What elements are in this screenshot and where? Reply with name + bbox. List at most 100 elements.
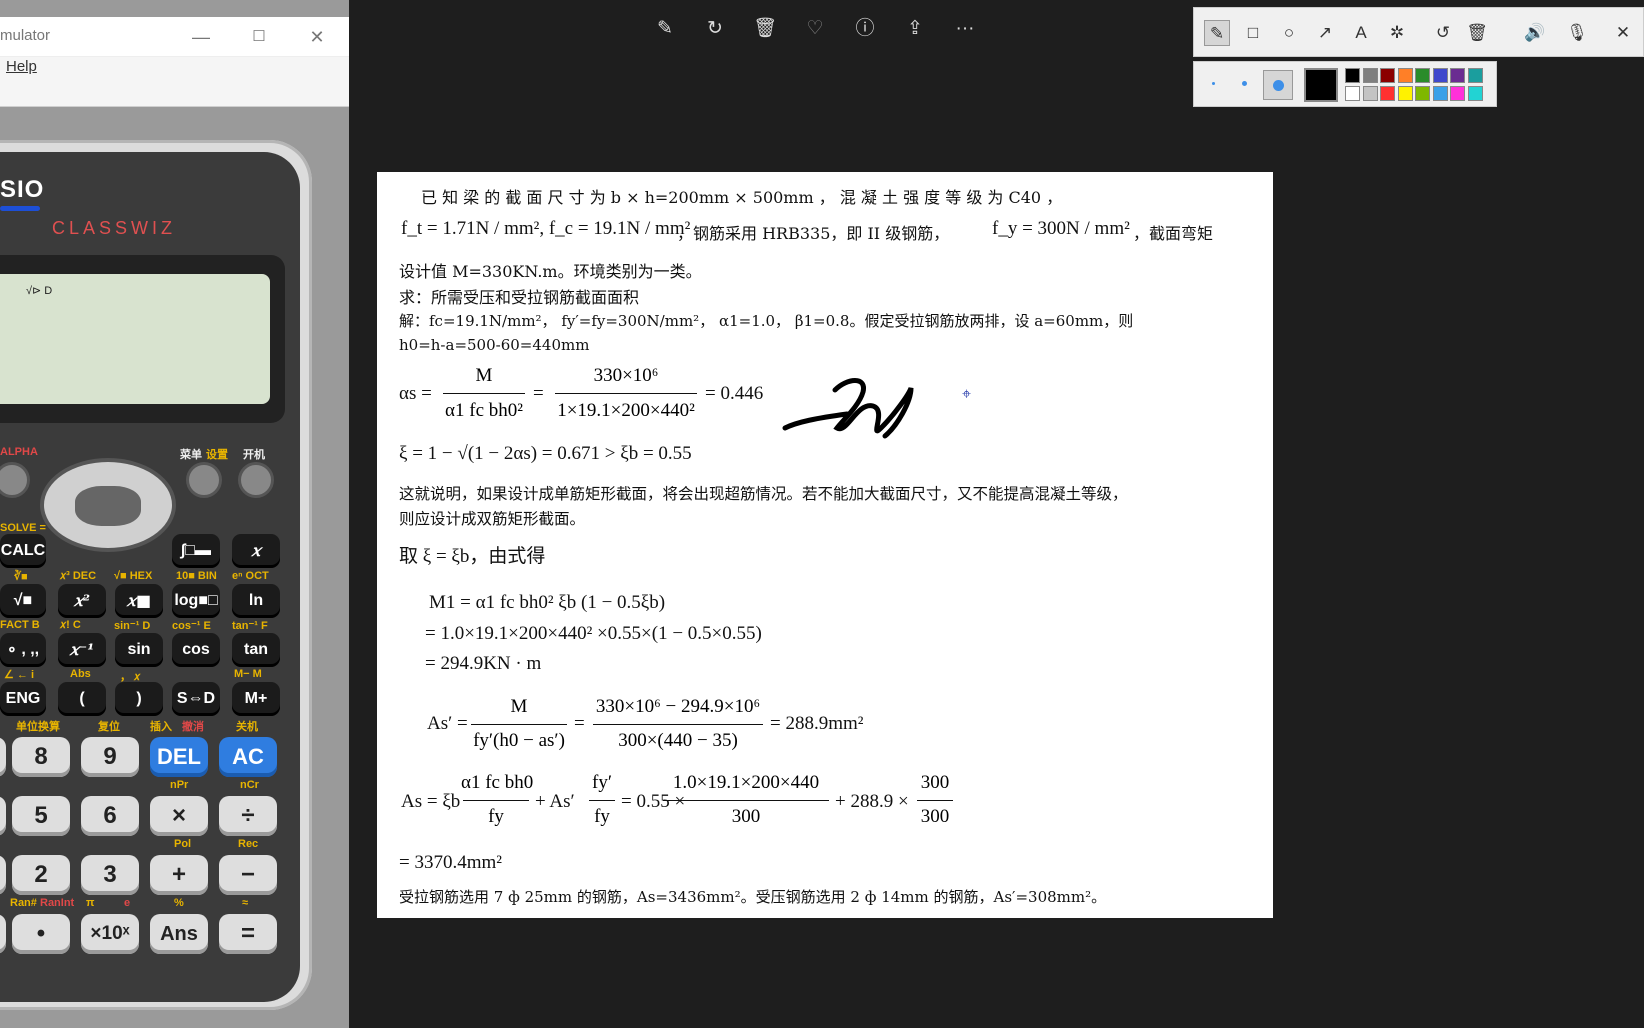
color-swatch[interactable]: [1397, 86, 1413, 101]
fraction-bar: [589, 800, 615, 801]
color-swatch[interactable]: [1345, 86, 1360, 101]
plus-key[interactable]: +: [150, 855, 208, 895]
xi-equation: ξ = 1 − √(1 − 2αs) = 0.671 > ξb = 0.55: [399, 443, 692, 464]
one-key[interactable]: [0, 855, 6, 895]
emulator-menubar: Help: [0, 57, 349, 107]
menu-help[interactable]: Help: [6, 58, 37, 75]
color-swatch[interactable]: [1415, 68, 1430, 83]
size-small-dot[interactable]: [1212, 82, 1215, 85]
color-swatch[interactable]: [1380, 68, 1395, 83]
five-key[interactable]: 5: [12, 796, 70, 836]
edit-image-icon[interactable]: ✎: [650, 14, 680, 44]
key-label: 复位: [98, 721, 120, 733]
info-icon[interactable]: ⓘ: [850, 14, 880, 44]
size-large-button[interactable]: [1263, 70, 1293, 100]
color-swatch[interactable]: [1432, 86, 1448, 101]
minimize-icon[interactable]: —: [186, 23, 216, 51]
minus-key[interactable]: −: [219, 855, 277, 895]
m-plus-key[interactable]: M+: [232, 682, 280, 716]
cos-key[interactable]: cos: [172, 633, 220, 667]
close-toolbar-icon[interactable]: ✕: [1610, 20, 1636, 46]
close-icon[interactable]: ✕: [302, 23, 332, 51]
color-swatch[interactable]: [1345, 68, 1360, 83]
color-swatch[interactable]: [1415, 86, 1430, 101]
variable-x-key[interactable]: 𝑥: [232, 534, 280, 568]
microphone-icon[interactable]: 🎙: [1564, 20, 1590, 46]
decimal-key[interactable]: •: [12, 914, 70, 954]
log-key[interactable]: log■□: [172, 584, 220, 618]
trash-icon[interactable]: 🗑: [1464, 20, 1490, 46]
undo-icon[interactable]: ↺: [1430, 20, 1456, 46]
square-key[interactable]: 𝑥²: [58, 584, 106, 618]
color-swatch[interactable]: [1467, 86, 1483, 101]
exp-key[interactable]: ×10ˣ: [81, 914, 139, 954]
model-name: CLASSWIZ: [52, 218, 177, 238]
magic-wand-icon[interactable]: ✲: [1384, 20, 1410, 46]
on-button[interactable]: [238, 462, 274, 498]
as-denominator-4: 300: [920, 806, 950, 827]
color-swatch[interactable]: [1380, 86, 1395, 101]
equals-key[interactable]: =: [219, 914, 277, 954]
del-key[interactable]: DEL: [150, 737, 208, 777]
three-key[interactable]: 3: [81, 855, 139, 895]
problem-question: 求：所需受压和受拉钢筋截面面积: [399, 288, 640, 307]
color-swatch[interactable]: [1450, 68, 1465, 83]
solution-line-1: 解：fc=19.1N/mm²， fy′=fy=300N/mm²， α1=1.0，…: [399, 312, 1134, 330]
seven-key[interactable]: [0, 737, 6, 777]
color-swatch[interactable]: [1362, 86, 1378, 101]
pen-icon[interactable]: ✎: [1204, 20, 1230, 46]
color-swatch[interactable]: [1432, 68, 1448, 83]
share-icon[interactable]: ⇪: [900, 14, 930, 44]
menu-label: 菜单: [180, 449, 202, 461]
color-swatch[interactable]: [1397, 68, 1413, 83]
four-key[interactable]: [0, 796, 6, 836]
text-icon[interactable]: A: [1348, 20, 1374, 46]
open-paren-key[interactable]: (: [58, 682, 106, 716]
fraction-bar: [443, 393, 525, 394]
menu-button[interactable]: [186, 462, 222, 498]
eng-key[interactable]: ENG: [0, 682, 46, 716]
as-prime-numerator: M: [510, 696, 528, 717]
speaker-icon[interactable]: 🔊: [1522, 20, 1548, 46]
conclusion-line: 受拉钢筋选用 7 ф 25mm 的钢筋，As=3436mm²。受压钢筋选用 2 …: [399, 888, 1107, 906]
key-label: 𝑥³ DEC: [60, 570, 97, 582]
ellipse-icon[interactable]: ○: [1276, 20, 1302, 46]
two-key[interactable]: 2: [12, 855, 70, 895]
key-label: ≈: [242, 897, 249, 909]
power-key[interactable]: 𝑥■: [115, 584, 163, 618]
as-denominator-3: 300: [731, 806, 761, 827]
zero-key[interactable]: [0, 914, 6, 954]
sin-key[interactable]: sin: [115, 633, 163, 667]
current-color-swatch[interactable]: [1304, 68, 1338, 102]
color-swatch[interactable]: [1450, 86, 1465, 101]
take-xi-line: 取 ξ = ξb，由式得: [399, 546, 546, 567]
six-key[interactable]: 6: [81, 796, 139, 836]
sd-key[interactable]: S⇔D: [172, 682, 220, 716]
rotate-icon[interactable]: ↻: [700, 14, 730, 44]
multiply-key[interactable]: ×: [150, 796, 208, 836]
ans-key[interactable]: Ans: [150, 914, 208, 954]
rectangle-icon[interactable]: □: [1240, 20, 1266, 46]
size-medium-dot[interactable]: [1242, 81, 1247, 86]
delete-icon[interactable]: 🗑: [750, 14, 780, 44]
nine-key[interactable]: 9: [81, 737, 139, 777]
color-swatch[interactable]: [1467, 68, 1483, 83]
heart-icon[interactable]: ♡: [800, 14, 830, 44]
close-paren-key[interactable]: ): [115, 682, 163, 716]
sqrt-key[interactable]: √■: [0, 584, 46, 618]
ac-key[interactable]: AC: [219, 737, 277, 777]
given-strengths: f_t = 1.71N / mm², f_c = 19.1N / mm²: [401, 218, 691, 239]
ln-key[interactable]: ln: [232, 584, 280, 618]
reciprocal-key[interactable]: 𝑥⁻¹: [58, 633, 106, 667]
fraction-key[interactable]: ∫□▬: [172, 534, 220, 568]
calc-key[interactable]: CALC: [0, 534, 46, 568]
eight-key[interactable]: 8: [12, 737, 70, 777]
key-label: nPr: [170, 779, 189, 791]
tan-key[interactable]: tan: [232, 633, 280, 667]
more-icon[interactable]: ···: [950, 14, 980, 44]
arrow-icon[interactable]: ↗: [1312, 20, 1338, 46]
divide-key[interactable]: ÷: [219, 796, 277, 836]
degree-key[interactable]: ∘ , ,,: [0, 633, 46, 667]
maximize-icon[interactable]: ☐: [244, 23, 274, 51]
color-swatch[interactable]: [1362, 68, 1378, 83]
